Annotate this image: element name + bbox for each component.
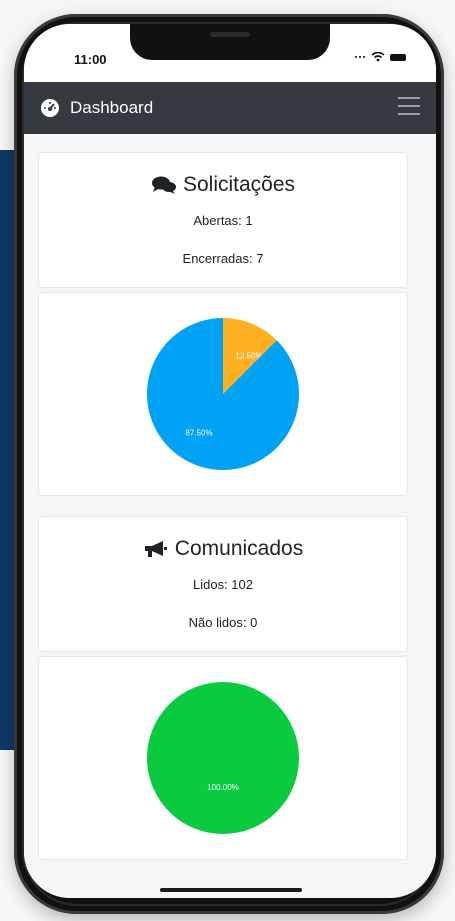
solicitacoes-pie-slice-label-1: 87.50% <box>185 429 212 438</box>
solicitacoes-chart-card: 12.50% 87.50% <box>38 292 408 496</box>
solicitacoes-pie-chart: 12.50%87.50% <box>146 318 299 470</box>
abertas-count: Abertas: 1 <box>193 213 253 228</box>
lidos-count: Lidos: 102 <box>193 577 253 592</box>
menu-line <box>398 97 420 99</box>
wifi-icon <box>371 52 385 62</box>
solicitacoes-title-text: Solicitações <box>182 173 296 196</box>
megaphone-icon <box>144 541 167 557</box>
comunicados-pie-slice-0[interactable] <box>147 682 299 834</box>
comunicados-pie-chart: 100.00% <box>147 682 299 834</box>
comunicados-title-text: Comunicados <box>174 537 304 560</box>
comunicados-card: Comunicados Lidos: 102 Não lidos: 0 <box>38 516 408 652</box>
menu-line <box>398 105 420 107</box>
status-bar: 11:00 <box>24 24 436 82</box>
speaker <box>210 32 250 37</box>
comunicados-pie-slice-label-0: 100.00% <box>207 783 239 792</box>
status-icons <box>354 52 406 62</box>
menu-line <box>398 113 420 115</box>
hamburger-menu-button[interactable] <box>398 97 420 117</box>
dashboard-gauge-icon <box>41 99 59 117</box>
app-header: Dashboard <box>24 82 436 134</box>
signal-dots-icon <box>355 56 365 58</box>
solicitacoes-title: Solicitações <box>39 173 407 197</box>
dashboard-content: Solicitações Abertas: 1 Encerradas: 7 12… <box>24 134 436 898</box>
nao-lidos-count: Não lidos: 0 <box>188 615 258 630</box>
solicitacoes-card: Solicitações Abertas: 1 Encerradas: 7 <box>38 152 408 288</box>
status-time: 11:00 <box>74 52 107 67</box>
notch <box>130 24 330 60</box>
battery-icon <box>390 53 406 61</box>
page-title: Dashboard <box>70 98 154 117</box>
encerradas-count: Encerradas: 7 <box>182 251 264 266</box>
comunicados-title: Comunicados <box>39 537 407 561</box>
comments-icon <box>151 176 176 194</box>
phone-screen: 11:00 Dashboard Solicitações Abertas: 1 … <box>24 24 436 898</box>
home-indicator <box>160 888 302 892</box>
comunicados-chart-card: 100.00% <box>38 656 408 860</box>
